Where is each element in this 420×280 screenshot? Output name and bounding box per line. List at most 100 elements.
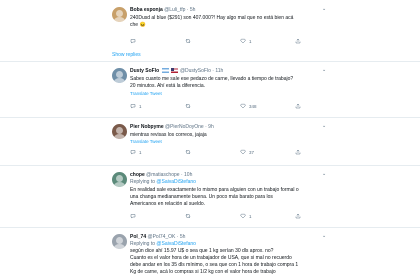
user-handle[interactable]: @Luli_tfp [164,7,185,13]
like-button[interactable]: 1 [240,213,252,220]
user-handle[interactable]: @matiaschope [146,172,179,178]
share-icon [295,38,301,44]
reply-icon [130,104,136,109]
avatar[interactable] [112,68,127,83]
reply-button[interactable] [130,38,139,45]
retweet-button[interactable] [185,149,194,156]
separator-dot: · [205,124,207,130]
share-button[interactable] [295,149,304,156]
retweet-icon [185,214,191,218]
show-replies-link[interactable]: Show replies [112,52,141,58]
translate-tweet-link[interactable]: Translate Tweet [130,139,162,145]
tweet-text-line: 240Dusd al blue ($291) son 407.000?! Hay… [130,15,294,21]
tweet-text: 240Dusd al blue ($291) son 407.000?! Hay… [130,15,340,29]
avatar[interactable] [112,172,127,187]
avatar[interactable] [112,234,127,249]
reply-count: 1 [139,150,142,155]
tweet[interactable]: Boba esponja @Luli_tfp · 5h ⌄ 240Dusd al… [0,0,420,62]
tweet-actions: 1 [130,38,320,45]
argentina-flag-icon [161,68,169,73]
heart-icon [240,213,246,219]
share-button[interactable] [295,213,304,220]
tweet-text-line: En realidad sale exactamente lo mismo pa… [130,187,299,193]
tweet-text-line: Americanos en relación al sueldo. [130,201,206,207]
separator-dot: · [186,7,189,13]
heart-icon [240,38,246,44]
retweet-icon [185,150,191,154]
like-button[interactable]: 37 [240,149,254,156]
display-name[interactable]: Pier Nobpyme [130,124,164,130]
reply-button[interactable]: 1 [130,149,142,156]
replying-to: Replying to @SaivaDiStefano [130,241,196,247]
display-name[interactable]: Boba esponja [130,7,163,13]
tweet-time[interactable]: 5h [190,7,196,13]
display-name[interactable]: Dusty SoFlo [130,68,159,74]
more-options-icon[interactable]: ⌄ [322,6,326,12]
tweet-actions: 1 348 [130,103,320,110]
tweet-text-line: Kg de carne, acá lo compras si 1/2 kg co… [130,269,276,275]
heart-icon [240,103,246,109]
reply-mention[interactable]: @SaivaDiStefano [156,179,196,185]
share-button[interactable] [295,38,304,45]
tweet[interactable]: Dusty SoFlo @DustySoFlo · 11h ⌄ Sabes cu… [0,62,420,118]
tweet[interactable]: chope @matiaschope · 10h ⌄ Replying to @… [0,166,420,228]
more-options-icon[interactable]: ⌄ [322,67,326,73]
tweet[interactable]: Pier Nobpyme @PierNoDoyOne · 9h ⌄ mientr… [0,118,420,166]
tweet-time[interactable]: 9h [208,124,214,130]
reply-icon [130,150,136,155]
separator-dot: · [180,172,183,178]
reply-mention[interactable]: @SaivaDiStefano [156,241,196,247]
retweet-button[interactable] [185,213,194,220]
reply-button[interactable] [130,213,139,220]
separator-dot: · [176,234,179,240]
display-name[interactable]: chope [130,172,145,178]
tweet-header: Pol_74 @Pol74_OK · 5h [130,234,185,241]
tweet-text: Sabes cuanto me sale ese pedazo de carne… [130,76,340,90]
avatar[interactable] [112,7,127,22]
tweet-text-line: debe andar en los 35 dls mínimo, o sea q… [130,262,299,268]
tweet-text-line: una changa medianamente buena. Un poco m… [130,194,273,200]
reply-icon [130,39,136,44]
tweet-text-line: che 😖 [130,22,146,28]
reply-icon [130,214,136,219]
retweet-button[interactable] [185,103,194,110]
share-button[interactable] [295,103,304,110]
avatar[interactable] [112,124,127,139]
retweet-icon [185,39,191,43]
tweet-header: Dusty SoFlo @DustySoFlo · 11h [130,68,223,75]
tweet-time[interactable]: 5h [180,234,186,240]
display-name[interactable]: Pol_74 [130,234,146,240]
share-icon [295,149,301,155]
tweet-actions: 1 [130,213,320,220]
replying-to: Replying to @SaivaDiStefano [130,179,196,185]
more-options-icon[interactable]: ⌄ [322,171,326,177]
user-handle[interactable]: @PierNoDoyOne [165,124,204,130]
like-button[interactable]: 348 [240,103,257,110]
tweet-text-line: mientras revisas los correos, jajaja [130,132,207,138]
retweet-button[interactable] [185,38,194,45]
retweet-icon [185,104,191,108]
reply-button[interactable]: 1 [130,103,142,110]
more-options-icon[interactable]: ⌄ [322,233,326,239]
translate-tweet-link[interactable]: Translate Tweet [130,91,162,97]
tweet-text: mientras revisas los correos, jajaja [130,132,340,139]
like-button[interactable]: 1 [240,38,252,45]
tweet-text-line: Sabes cuanto me sale ese pedazo de carne… [130,76,294,82]
tweet-header: Boba esponja @Luli_tfp · 5h [130,7,195,14]
tweet-text-line: según dice ahí 15.97 U$ o sea que 1 kg s… [130,248,274,254]
tweet-text: En realidad sale exactamente lo mismo pa… [130,187,340,208]
like-count: 1 [249,39,252,44]
user-handle[interactable]: @DustySoFlo [180,68,211,74]
usa-flag-icon [170,68,178,73]
tweet-time[interactable]: 10h [184,172,192,178]
like-count: 1 [249,214,252,219]
tweet-text-line: 20 minutos. Ahí está la diferencia. [130,83,206,89]
user-handle[interactable]: @Pol74_OK [148,234,176,240]
tweet-text-line: Cuanto es el valor hora de un trabajador… [130,255,292,261]
share-icon [295,103,301,109]
heart-icon [240,149,246,155]
like-count: 348 [249,104,257,109]
more-options-icon[interactable]: ⌄ [322,123,326,129]
tweet-time[interactable]: 11h [215,68,223,74]
tweet[interactable]: Pol_74 @Pol74_OK · 5h ⌄ Replying to @Sai… [0,228,420,280]
